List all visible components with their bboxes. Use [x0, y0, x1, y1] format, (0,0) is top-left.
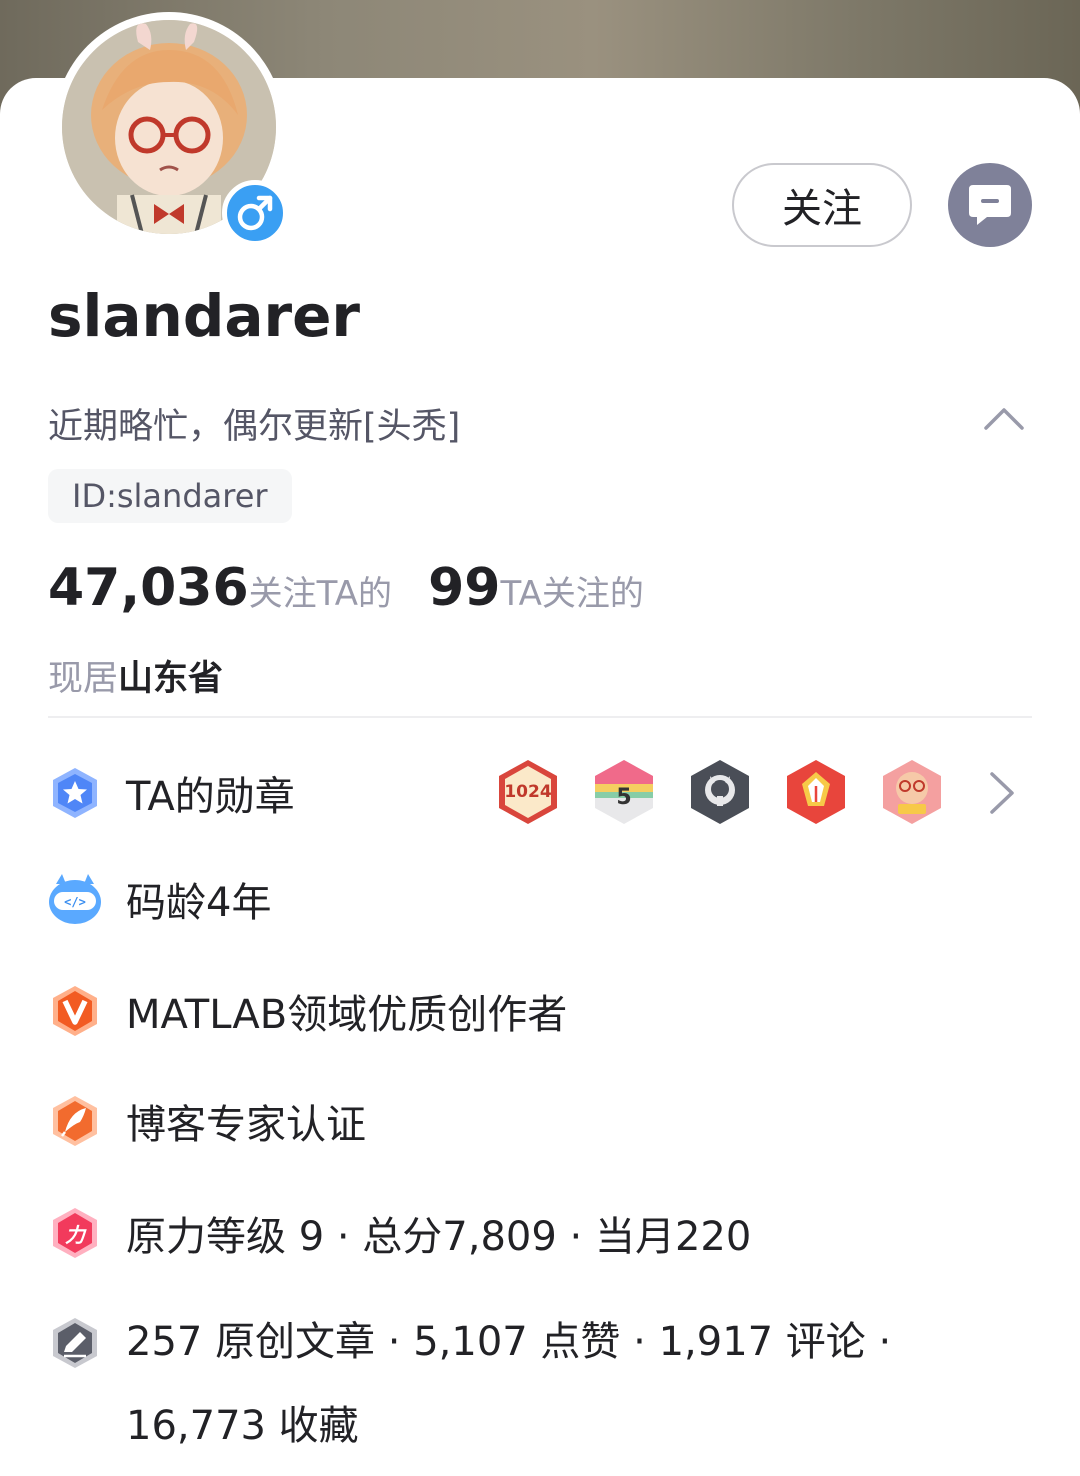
follow-button[interactable]: 关注: [732, 163, 912, 247]
badge-5-text: 5: [616, 785, 631, 810]
medals-row[interactable]: TA的勋章: [48, 764, 295, 822]
expert-label: 博客专家认证: [126, 1102, 366, 1148]
force-level-row: 力 原力等级 9 · 总分7,809 · 当月220: [48, 1204, 751, 1262]
articles-row: 257 原创文章 · 5,107 点赞 · 1,917 评论 · 16,773 …: [48, 1300, 1006, 1468]
bio-text: 近期略忙，偶尔更新[头秃]: [48, 407, 461, 447]
location-prefix: 现居: [48, 659, 119, 699]
medal-badges[interactable]: 1024 5: [496, 758, 976, 826]
followers-count[interactable]: 47,036: [48, 558, 249, 618]
location-value: 山东省: [118, 659, 224, 699]
v-creator-icon: [53, 986, 97, 1036]
medals-label: TA的勋章: [126, 774, 295, 820]
following-label[interactable]: TA关注的: [500, 566, 643, 615]
badge-5-years-icon[interactable]: 5: [592, 758, 656, 826]
user-id-tag: ID:slandarer: [48, 469, 292, 523]
badge-1024-text: 1024: [504, 782, 551, 802]
code-age-icon: </>: [49, 874, 101, 924]
chevron-up-icon[interactable]: [982, 398, 1026, 438]
matlab-creator-row: MATLAB领域优质创作者: [48, 982, 567, 1040]
expert-row: 博客专家认证: [48, 1092, 366, 1150]
location: 现居山东省: [48, 650, 223, 701]
pen-articles-icon: [53, 1318, 97, 1368]
message-icon: [969, 185, 1011, 225]
user-id-text: ID:slandarer: [72, 477, 268, 515]
badge-github-icon[interactable]: [688, 758, 752, 826]
badge-pen-icon[interactable]: [784, 758, 848, 826]
followers-label[interactable]: 关注TA的: [249, 566, 392, 615]
code-age-label: 码龄4年: [126, 880, 272, 926]
medal-star-icon: [53, 768, 97, 818]
badge-monkey-icon[interactable]: [880, 758, 944, 826]
username: slandarer: [48, 282, 361, 350]
following-count[interactable]: 99: [428, 558, 500, 618]
force-level-label: 原力等级 9 · 总分7,809 · 当月220: [126, 1214, 752, 1260]
matlab-creator-label: MATLAB领域优质创作者: [126, 992, 568, 1038]
gender-male-icon: [222, 180, 288, 246]
chevron-right-icon[interactable]: [984, 770, 1018, 816]
force-level-icon: 力: [53, 1208, 97, 1258]
follow-stats: 47,036 关注TA的 99 TA关注的: [48, 558, 680, 618]
feather-expert-icon: [53, 1096, 97, 1146]
code-age-row: </> 码龄4年: [48, 870, 271, 928]
message-button[interactable]: [948, 163, 1032, 247]
divider: [48, 716, 1032, 718]
articles-stats-label: 257 原创文章 · 5,107 点赞 · 1,917 评论 · 16,773 …: [126, 1319, 892, 1449]
svg-text:</>: </>: [64, 895, 86, 909]
badge-1024-icon[interactable]: 1024: [496, 758, 560, 826]
svg-text:力: 力: [65, 1223, 87, 1247]
